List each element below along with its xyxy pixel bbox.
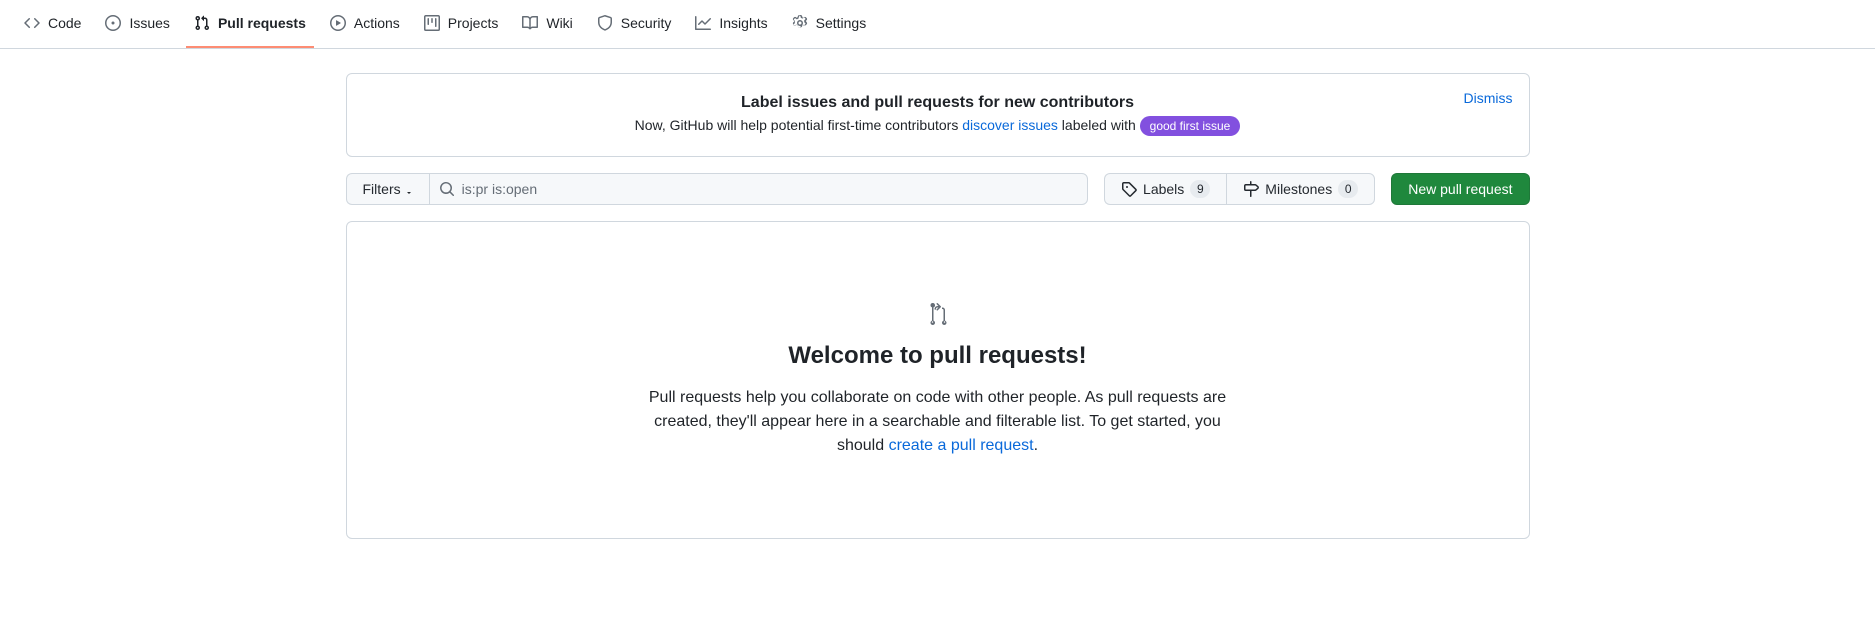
dismiss-button[interactable]: Dismiss (1464, 90, 1513, 106)
search-icon (439, 181, 455, 197)
repo-tabnav: Code Issues Pull requests Actions Projec… (0, 0, 1875, 49)
labels-milestones-group: Labels 9 Milestones 0 (1104, 173, 1375, 205)
tab-pull-requests[interactable]: Pull requests (186, 0, 314, 48)
tab-label: Insights (719, 8, 767, 38)
search-wrap (429, 173, 1088, 205)
tab-code[interactable]: Code (16, 0, 89, 48)
code-icon (24, 8, 40, 38)
labels-count: 9 (1190, 180, 1210, 198)
tab-wiki[interactable]: Wiki (514, 0, 580, 48)
tag-icon (1121, 181, 1137, 197)
milestones-count: 0 (1338, 180, 1358, 198)
labels-button[interactable]: Labels 9 (1104, 173, 1226, 205)
tab-projects[interactable]: Projects (416, 0, 507, 48)
search-input[interactable] (429, 173, 1088, 205)
good-first-issue-pill: good first issue (1140, 116, 1241, 136)
tab-label: Pull requests (218, 8, 306, 38)
filters-button[interactable]: Filters (346, 173, 429, 205)
blankslate-body: Pull requests help you collaborate on co… (648, 386, 1228, 458)
milestones-button[interactable]: Milestones 0 (1226, 173, 1375, 205)
gear-icon (792, 8, 808, 38)
tab-label: Projects (448, 8, 499, 38)
project-icon (424, 8, 440, 38)
tab-security[interactable]: Security (589, 0, 680, 48)
main-container: Dismiss Label issues and pull requests f… (330, 49, 1546, 579)
shield-icon (597, 8, 613, 38)
tab-label: Wiki (546, 8, 572, 38)
flash-text-before: Now, GitHub will help potential first-ti… (635, 117, 963, 133)
list-toolbar: Filters Labels 9 Milestones 0 New pull r… (346, 173, 1530, 205)
new-pull-request-button[interactable]: New pull request (1391, 173, 1529, 205)
book-icon (522, 8, 538, 38)
tab-insights[interactable]: Insights (687, 0, 775, 48)
tab-label: Code (48, 8, 81, 38)
tab-label: Actions (354, 8, 400, 38)
blankslate-heading: Welcome to pull requests! (387, 342, 1489, 370)
milestone-icon (1243, 181, 1259, 197)
contributor-flash: Dismiss Label issues and pull requests f… (346, 73, 1530, 157)
flash-text-after: labeled with (1058, 117, 1140, 133)
body-after: . (1034, 437, 1038, 454)
filter-group: Filters (346, 173, 1089, 205)
git-pull-request-icon (194, 8, 210, 38)
tab-label: Issues (129, 8, 169, 38)
caret-down-icon (405, 181, 413, 197)
discover-issues-link[interactable]: discover issues (962, 117, 1058, 133)
tab-actions[interactable]: Actions (322, 0, 408, 48)
tab-label: Settings (816, 8, 867, 38)
flash-subtitle: Now, GitHub will help potential first-ti… (363, 116, 1513, 136)
tab-issues[interactable]: Issues (97, 0, 177, 48)
labels-text: Labels (1143, 181, 1184, 197)
filters-label: Filters (363, 181, 401, 197)
tab-settings[interactable]: Settings (784, 0, 875, 48)
git-pull-request-icon (926, 302, 950, 326)
play-icon (330, 8, 346, 38)
blankslate: Welcome to pull requests! Pull requests … (346, 221, 1530, 539)
milestones-text: Milestones (1265, 181, 1332, 197)
graph-icon (695, 8, 711, 38)
tab-label: Security (621, 8, 672, 38)
issue-opened-icon (105, 8, 121, 38)
create-pull-request-link[interactable]: create a pull request (889, 437, 1034, 454)
flash-title: Label issues and pull requests for new c… (363, 94, 1513, 112)
